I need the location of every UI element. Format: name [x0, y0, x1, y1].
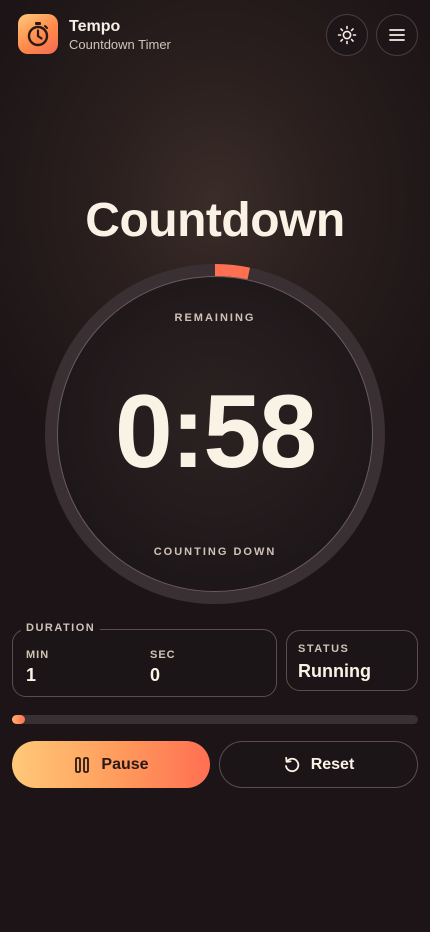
menu-button[interactable]	[376, 14, 418, 56]
progress-bar-fill	[12, 715, 26, 724]
progress-bar	[12, 715, 418, 724]
app-name: Tempo	[69, 18, 121, 35]
stopwatch-icon	[27, 22, 49, 47]
status-value: Running	[298, 661, 371, 681]
pause-button-label: Pause	[101, 755, 149, 773]
seconds-label: SEC	[150, 649, 176, 661]
status-label: STATUS	[298, 643, 350, 655]
timer-dial: REMAINING 0:58 COUNTING DOWN	[43, 262, 387, 606]
hamburger-menu-icon	[389, 29, 405, 41]
minutes-input[interactable]: 1	[26, 665, 36, 686]
duration-panel: DURATION MIN 1 SEC 0	[12, 622, 277, 697]
theme-toggle-button[interactable]	[326, 14, 368, 56]
pause-button[interactable]: Pause	[12, 741, 210, 788]
status-panel: STATUS Running	[286, 630, 418, 691]
progress-ring-arc	[214, 264, 250, 280]
app-logo	[18, 14, 58, 54]
minutes-label: MIN	[26, 649, 50, 661]
pause-icon	[75, 756, 90, 773]
remaining-label: REMAINING	[174, 312, 256, 324]
seconds-input[interactable]: 0	[150, 665, 160, 686]
app-subtitle: Countdown Timer	[69, 37, 171, 52]
reset-button[interactable]: Reset	[219, 741, 418, 788]
reset-button-label: Reset	[310, 755, 355, 773]
app-header: Tempo Countdown Timer	[0, 0, 430, 70]
duration-legend: DURATION	[21, 622, 101, 634]
timer-mode-title: Countdown	[85, 194, 345, 247]
timer-state-label: COUNTING DOWN	[153, 546, 277, 558]
time-display: 0:58	[114, 374, 317, 490]
reset-icon	[284, 756, 299, 772]
sun-icon	[337, 25, 357, 45]
